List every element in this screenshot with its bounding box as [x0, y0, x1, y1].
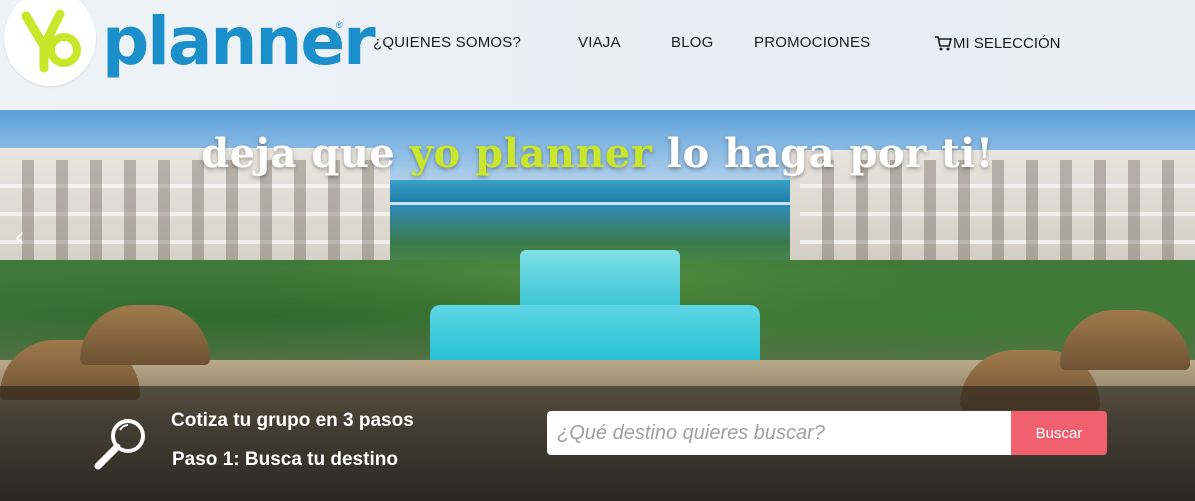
nav-blog[interactable]: BLOG — [671, 34, 713, 51]
nav-quienes-somos[interactable]: ¿QUIENES SOMOS? — [373, 34, 521, 51]
registered-mark: ® — [336, 20, 343, 30]
magnifier-icon — [94, 419, 145, 470]
upper-pool — [520, 250, 680, 310]
mi-seleccion-link[interactable]: MI SELECCIÓN — [935, 35, 1061, 52]
nav-viaja[interactable]: VIAJA — [578, 34, 621, 51]
buscar-button[interactable]: Buscar — [1011, 411, 1107, 455]
hero-title-highlight: yo planner — [409, 130, 653, 177]
hero-title: deja que yo planner lo haga por ti! — [0, 130, 1195, 177]
site-header: planner ® ¿QUIENES SOMOS? VIAJA BLOG PRO… — [0, 0, 1195, 110]
hero-title-pre: deja que — [201, 130, 410, 177]
yo-logo-icon — [21, 9, 81, 73]
logo[interactable]: planner ® — [0, 0, 376, 100]
destination-search-input[interactable] — [547, 411, 1011, 455]
cotiza-text: Cotiza tu grupo en 3 pasos — [171, 410, 414, 431]
nav-promociones[interactable]: PROMOCIONES — [754, 34, 870, 51]
slider-prev-arrow-icon[interactable]: ‹ — [14, 222, 44, 252]
shopping-cart-icon — [935, 36, 952, 51]
paso-text: Paso 1: Busca tu destino — [172, 449, 398, 470]
logo-wordmark: planner — [102, 3, 376, 80]
hero-title-post: lo haga por ti! — [652, 130, 994, 177]
mi-seleccion-label: MI SELECCIÓN — [953, 35, 1061, 52]
